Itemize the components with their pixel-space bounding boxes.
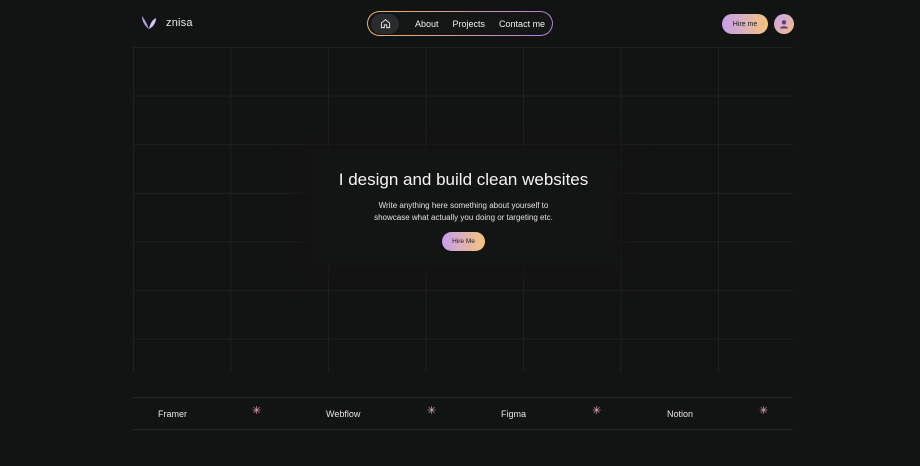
user-avatar-icon [780,20,788,29]
nav-contact[interactable]: Contact me [499,19,545,29]
brand-name: znisa [166,17,193,29]
star-icon: ✳ [427,405,437,417]
nav-projects[interactable]: Projects [453,19,486,29]
hero-subtitle: Write anything here something about your… [313,200,614,224]
star-icon: ✳ [759,405,769,417]
tools-strip [133,397,793,430]
user-avatar[interactable] [774,14,794,34]
star-icon: ✳ [252,405,262,417]
hero-title: I design and build clean websites [338,170,589,189]
tool-framer: Framer [158,409,187,419]
tool-figma: Figma [501,409,527,419]
nav-about[interactable]: About [415,19,439,29]
tool-notion: Notion [667,409,694,419]
nav-home-button[interactable] [371,13,399,34]
hire-me-button[interactable]: Hire me [722,14,768,34]
hero-hire-button[interactable]: Hire Me [442,232,485,251]
leaf-logo-icon [142,16,156,29]
brand-logo[interactable]: znisa [140,14,193,32]
hero-subtitle-line: showcase what actually you doing or targ… [374,213,553,222]
hero-subtitle-line: Write anything here something about your… [378,201,549,210]
star-icon: ✳ [592,405,602,417]
tool-webflow: Webflow [326,409,361,419]
main-nav: About Projects Contact me [367,11,553,36]
page: znisa About Projects Contact me Hire me … [0,0,920,466]
home-icon [380,19,390,29]
